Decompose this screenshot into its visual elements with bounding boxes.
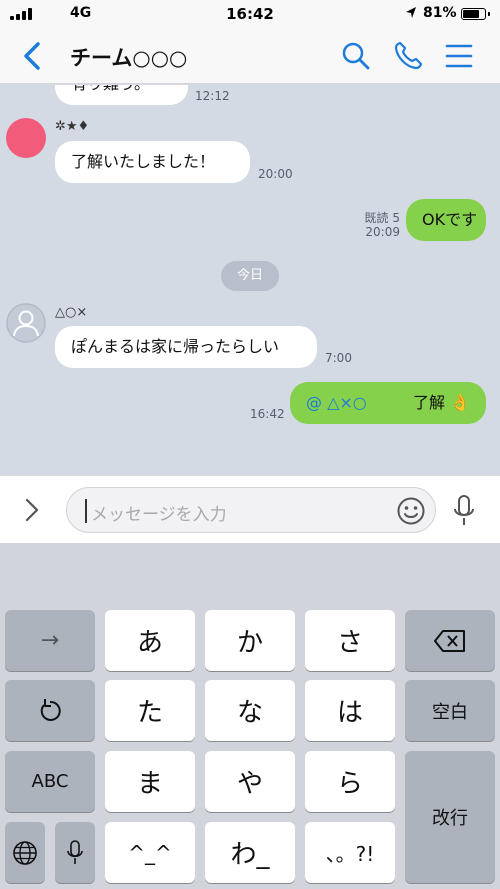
ok-hand-emoji: 👌 [450, 393, 470, 412]
chat-title: チーム○○○ [70, 46, 188, 70]
key-dictation[interactable] [55, 822, 95, 883]
key-punctuation[interactable]: 、。?! [305, 822, 395, 883]
key-sa[interactable]: さ [305, 610, 395, 671]
message-bubble[interactable]: @ △×○ 了解 👌 [290, 382, 486, 424]
mic-icon [67, 839, 83, 864]
message-time: 20:00 [258, 167, 293, 181]
message-text: 有り難う。 [71, 85, 150, 93]
message-input-bar: メッセージを入力 [0, 475, 500, 543]
text-caret [85, 499, 87, 523]
key-abc[interactable]: ABC [5, 751, 95, 812]
key-ta[interactable]: た [105, 680, 195, 741]
input-placeholder: メッセージを入力 [91, 505, 227, 525]
message-bubble[interactable]: 了解いたしました！ [55, 141, 250, 183]
key-na[interactable]: な [205, 680, 295, 741]
key-delete[interactable] [405, 610, 495, 671]
location-arrow-icon [406, 7, 416, 18]
key-return[interactable]: 改行 [405, 751, 495, 883]
key-ma[interactable]: ま [105, 751, 195, 812]
read-receipt: 既読 5 [364, 211, 400, 225]
key-ha[interactable]: は [305, 680, 395, 741]
globe-icon [13, 840, 37, 865]
message-time: 20:09 [365, 225, 400, 239]
undo-icon [40, 698, 61, 721]
message-bubble[interactable]: OKです [406, 199, 486, 241]
key-globe[interactable] [5, 822, 45, 883]
chat-area[interactable]: 有り難う。 12:12 ✲★♦ 了解いたしました！ 20:00 既読 5 20:… [0, 85, 500, 475]
message-text: 了解いたしました！ [71, 152, 216, 171]
menu-icon[interactable] [443, 40, 475, 72]
message-bubble[interactable]: 有り難う。 [55, 85, 188, 105]
mention[interactable]: @ △×○ [306, 393, 367, 412]
message-input[interactable]: メッセージを入力 [66, 487, 436, 533]
key-ka[interactable]: か [205, 610, 295, 671]
status-bar: 4G 16:42 81% [0, 0, 500, 28]
message-text: ぽんまるは家に帰ったらしい [71, 337, 280, 356]
message-time: 12:12 [195, 89, 230, 103]
emoji-icon[interactable] [396, 496, 426, 526]
key-a[interactable]: あ [105, 610, 195, 671]
avatar[interactable] [6, 118, 46, 158]
message-time: 16:42 [250, 407, 285, 421]
microphone-icon[interactable] [451, 493, 477, 529]
key-space[interactable]: 空白 [405, 680, 495, 741]
chat-header: チーム○○○ [0, 28, 500, 84]
date-separator: 今日 [221, 261, 279, 291]
chevron-right-icon[interactable] [20, 495, 44, 525]
battery-percent: 81% [423, 5, 457, 21]
back-arrow-icon[interactable] [18, 40, 48, 72]
key-wa[interactable]: わ_ [205, 822, 295, 883]
message-text: 了解 [412, 393, 445, 412]
key-ra[interactable]: ら [305, 751, 395, 812]
default-user-icon [6, 303, 46, 343]
backspace-icon [434, 629, 465, 652]
message-text: OKです [422, 210, 478, 229]
battery-icon [461, 8, 490, 20]
key-next[interactable]: → [5, 610, 95, 671]
sender-name: △○× [55, 305, 88, 320]
message-time: 7:00 [325, 351, 352, 365]
phone-icon[interactable] [392, 40, 424, 72]
key-ya[interactable]: や [205, 751, 295, 812]
message-bubble[interactable]: ぽんまるは家に帰ったらしい [55, 326, 317, 368]
key-emoticon[interactable]: ^_^ [105, 822, 195, 883]
avatar[interactable] [6, 303, 46, 343]
keyboard: → あ か さ た な は 空白 ABC ま や ら 改行 ^_^ わ_ 、。?… [0, 543, 500, 889]
sender-name: ✲★♦ [55, 119, 90, 134]
search-icon[interactable] [340, 40, 372, 72]
key-undo[interactable] [5, 680, 95, 741]
